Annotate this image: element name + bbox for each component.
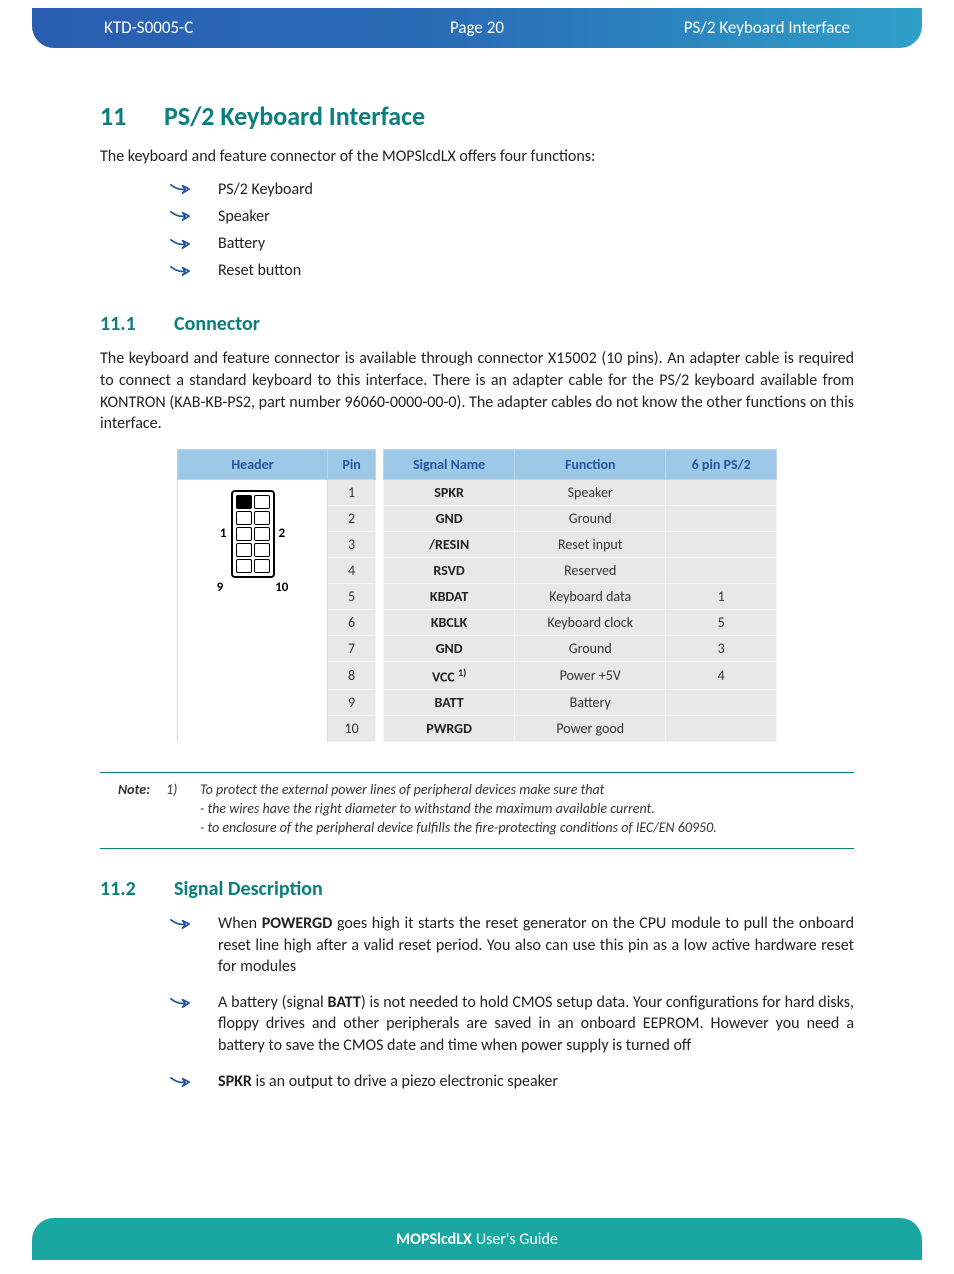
list-item-text: PS/2 Keyboard [218, 176, 313, 203]
cell-function: Reserved [515, 557, 666, 583]
cell-ps2 [666, 690, 777, 716]
page-body: 11 PS/2 Keyboard Interface The keyboard … [100, 100, 854, 1106]
list-item: Reset button [170, 257, 854, 284]
signal-description-list: When POWERGD goes high it starts the res… [170, 913, 854, 1092]
cell-pin: 2 [328, 505, 376, 531]
heading-number: 11.2 [100, 877, 144, 901]
note-block: Note: 1) To protect the external power l… [100, 772, 854, 849]
footer-product: MOPSlcdLX [396, 1230, 472, 1249]
col-ps2: 6 pin PS/2 [666, 449, 777, 479]
table-row: 129101SPKRSpeaker [178, 479, 777, 505]
col-signal: Signal Name [384, 449, 515, 479]
cell-function: Reset input [515, 531, 666, 557]
list-item: SPKR is an output to drive a piezo elect… [170, 1071, 854, 1093]
cell-pin: 10 [328, 716, 376, 742]
list-item: Battery [170, 230, 854, 257]
cell-function: Ground [515, 505, 666, 531]
arrow-icon [170, 209, 190, 223]
list-item: When POWERGD goes high it starts the res… [170, 913, 854, 978]
arrow-icon [170, 996, 190, 1010]
col-function: Function [515, 449, 666, 479]
cell-signal: VCC 1) [384, 661, 515, 690]
pinout-table: Header Pin Signal Name Function 6 pin PS… [177, 449, 777, 743]
cell-signal: /RESIN [384, 531, 515, 557]
heading-number: 11.1 [100, 312, 144, 336]
page-number: Page 20 [353, 17, 602, 38]
cell-ps2 [666, 531, 777, 557]
cell-ps2: 3 [666, 635, 777, 661]
arrow-icon [170, 264, 190, 278]
cell-function: Battery [515, 690, 666, 716]
connector-paragraph: The keyboard and feature connector is av… [100, 348, 854, 434]
arrow-icon [170, 1075, 190, 1089]
cell-function: Ground [515, 635, 666, 661]
list-item-text: When POWERGD goes high it starts the res… [218, 913, 854, 978]
list-item-text: SPKR is an output to drive a piezo elect… [218, 1071, 854, 1093]
cell-signal: GND [384, 635, 515, 661]
page-header: KTD-S0005-C Page 20 PS/2 Keyboard Interf… [32, 8, 922, 48]
list-item: PS/2 Keyboard [170, 176, 854, 203]
heading-text: Signal Description [174, 877, 323, 901]
intro-paragraph: The keyboard and feature connector of th… [100, 146, 854, 168]
cell-pin: 8 [328, 661, 376, 690]
cell-ps2: 5 [666, 609, 777, 635]
cell-ps2: 4 [666, 661, 777, 690]
col-pin: Pin [328, 449, 376, 479]
header-diagram-cell: 12910 [178, 479, 328, 742]
heading-text: Connector [174, 312, 260, 336]
doc-id: KTD-S0005-C [104, 17, 353, 38]
arrow-icon [170, 237, 190, 251]
cell-function: Keyboard data [515, 583, 666, 609]
heading-11-1: 11.1 Connector [100, 312, 854, 336]
connector-diagram: 12910 [184, 490, 321, 595]
note-label: Note: [100, 781, 150, 838]
cell-ps2 [666, 716, 777, 742]
connector-grid [231, 490, 275, 578]
cell-function: Keyboard clock [515, 609, 666, 635]
cell-function: Power +5V [515, 661, 666, 690]
cell-signal: SPKR [384, 479, 515, 505]
heading-text: PS/2 Keyboard Interface [164, 100, 425, 132]
cell-function: Power good [515, 716, 666, 742]
cell-pin: 4 [328, 557, 376, 583]
cell-signal: KBDAT [384, 583, 515, 609]
list-item-text: Battery [218, 230, 265, 257]
cell-pin: 5 [328, 583, 376, 609]
list-item-text: A battery (signal BATT) is not needed to… [218, 992, 854, 1057]
cell-pin: 3 [328, 531, 376, 557]
feature-list: PS/2 KeyboardSpeakerBatteryReset button [170, 176, 854, 285]
cell-ps2 [666, 557, 777, 583]
list-item-text: Reset button [218, 257, 301, 284]
cell-signal: RSVD [384, 557, 515, 583]
cell-function: Speaker [515, 479, 666, 505]
cell-ps2 [666, 479, 777, 505]
cell-ps2 [666, 505, 777, 531]
cell-signal: GND [384, 505, 515, 531]
arrow-icon [170, 182, 190, 196]
cell-signal: BATT [384, 690, 515, 716]
section-title: PS/2 Keyboard Interface [601, 17, 850, 38]
list-item: A battery (signal BATT) is not needed to… [170, 992, 854, 1057]
cell-pin: 1 [328, 479, 376, 505]
heading-11: 11 PS/2 Keyboard Interface [100, 100, 854, 132]
arrow-icon [170, 917, 190, 931]
cell-pin: 7 [328, 635, 376, 661]
col-header: Header [178, 449, 328, 479]
cell-pin: 6 [328, 609, 376, 635]
heading-number: 11 [100, 100, 128, 132]
cell-ps2: 1 [666, 583, 777, 609]
cell-signal: PWRGD [384, 716, 515, 742]
heading-11-2: 11.2 Signal Description [100, 877, 854, 901]
cell-signal: KBCLK [384, 609, 515, 635]
footer-suffix: User's Guide [476, 1230, 558, 1249]
cell-pin: 9 [328, 690, 376, 716]
page-footer: MOPSlcdLX User's Guide [32, 1218, 922, 1260]
list-item-text: Speaker [218, 203, 270, 230]
note-body: To protect the external power lines of p… [200, 781, 854, 838]
note-number: 1) [166, 781, 184, 838]
list-item: Speaker [170, 203, 854, 230]
